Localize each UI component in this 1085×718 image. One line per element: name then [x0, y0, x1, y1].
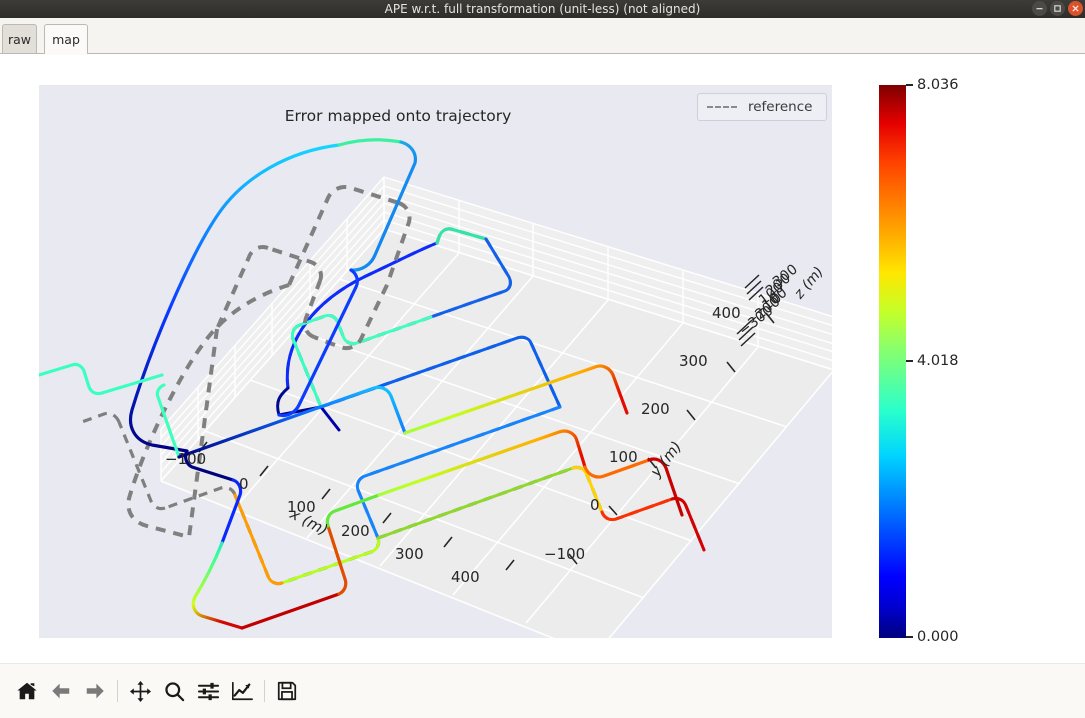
colorbar-gradient [879, 85, 906, 638]
close-button[interactable] [1068, 1, 1083, 16]
window-controls [1032, 1, 1083, 16]
save-icon[interactable] [270, 675, 304, 707]
colorbar-tick-max-label: 8.036 [917, 77, 959, 93]
toolbar-separator [264, 680, 265, 702]
toolbar-divider [0, 663, 1085, 664]
colorbar-tick-max: 8.036 [906, 77, 959, 93]
back-arrow-icon[interactable] [44, 675, 78, 707]
legend[interactable]: reference [697, 93, 827, 121]
colorbar-tick-mid-label: 4.018 [917, 353, 959, 369]
legend-label-reference: reference [748, 99, 813, 115]
tab-map[interactable]: map [44, 24, 88, 55]
tab-strip-underline [0, 53, 1085, 54]
title-bar: APE w.r.t. full transformation (unit-les… [0, 0, 1085, 18]
sliders-icon[interactable] [191, 675, 225, 707]
legend-dash-icon [707, 106, 737, 108]
home-icon[interactable] [10, 675, 44, 707]
colorbar-tick-min: 0.000 [906, 629, 959, 645]
toolbar-separator [117, 680, 118, 702]
axes-curve-icon[interactable] [225, 675, 259, 707]
zoom-icon[interactable] [157, 675, 191, 707]
tab-strip: raw map [0, 18, 1085, 55]
colorbar-tick-min-label: 0.000 [917, 629, 959, 645]
minimize-button[interactable] [1032, 1, 1047, 16]
error-trajectory-svg [39, 138, 684, 630]
navigation-toolbar: x=-73.7392 , y=317.471 , z=-322.125 [0, 663, 1085, 718]
toolbar-buttons [10, 675, 304, 707]
pan-icon[interactable] [123, 675, 157, 707]
window-title: APE w.r.t. full transformation (unit-les… [384, 2, 701, 16]
axes-3d[interactable]: Error mapped onto trajectory reference −… [39, 85, 832, 638]
tab-raw-label: raw [7, 31, 32, 47]
colorbar-tick-dash [906, 84, 913, 86]
figure-canvas[interactable]: Error mapped onto trajectory reference −… [0, 55, 1085, 663]
colorbar-tick-mid: 4.018 [906, 353, 959, 369]
tab-raw[interactable]: raw [2, 24, 37, 53]
maximize-button[interactable] [1050, 1, 1065, 16]
colorbar[interactable]: 8.036 4.018 0.000 [879, 77, 959, 645]
forward-arrow-icon[interactable] [78, 675, 112, 707]
colorbar-tick-dash [906, 636, 913, 638]
error-colored-path [39, 138, 684, 630]
tab-map-label: map [52, 32, 80, 47]
application-window: APE w.r.t. full transformation (unit-les… [0, 0, 1085, 718]
colorbar-tick-dash [906, 360, 913, 362]
